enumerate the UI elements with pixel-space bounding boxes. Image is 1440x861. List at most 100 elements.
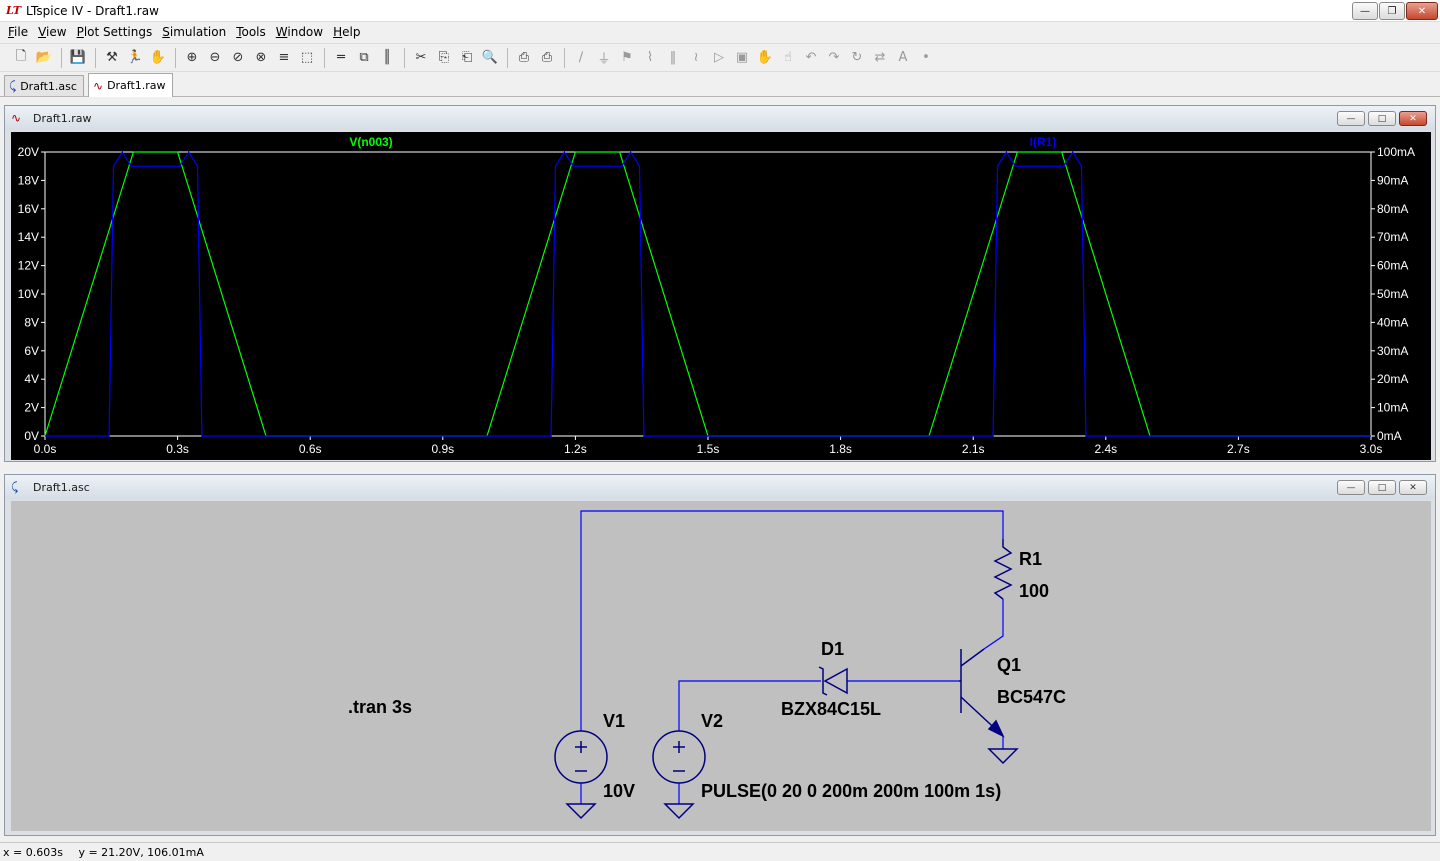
schematic-maximize-button[interactable]: □: [1368, 480, 1396, 495]
v1-ref: V1: [603, 711, 625, 731]
paste-icon[interactable]: ⎗: [456, 47, 478, 69]
plot-background: [11, 132, 1431, 460]
r1-value: 100: [1019, 581, 1049, 601]
y-right-tick-label: 90mA: [1377, 173, 1408, 187]
ground-icon: [565, 803, 597, 820]
ground-icon[interactable]: ⏚: [593, 47, 615, 69]
menu-help[interactable]: Help: [328, 25, 365, 39]
toolbar: 🗋 📂 💾 ⚒ 🏃 ✋ ⊕ ⊖ ⊘ ⊗ ≡ ⬚ ═ ⧉ ║ ✂ ⎘ ⎗ 🔍 ⎙ ⎙ ∕ ⏚ ⚑ ⌇ ‖ ≀ ▷ ▣ ✋ ☝ ↶ ↷ ↻ ⇄ A •: [0, 43, 1440, 72]
waveform-icon: ∿: [93, 78, 104, 93]
diode-icon[interactable]: ▷: [708, 47, 730, 69]
toolbar-separator: [175, 47, 176, 68]
v2-ref: V2: [701, 711, 723, 731]
menu-window[interactable]: Window: [271, 25, 328, 39]
v2-value: PULSE(0 20 0 200m 200m 100m 1s): [701, 781, 1001, 801]
y-right-tick-label: 20mA: [1377, 372, 1408, 386]
status-bar: x = 0.603s y = 21.20V, 106.01mA: [0, 842, 1440, 861]
waveform-plot[interactable]: 0.0s 0.3s 0.6s 0.9s 1.2s 1.5s 1.8s 2.1s 2.4s 2.7s…: [11, 132, 1431, 460]
y-left-tick-label: 18V: [18, 173, 39, 187]
waveform-icon: ∿: [11, 111, 22, 125]
x-tick-label: 2.1s: [962, 442, 985, 456]
print-icon[interactable]: ⎙: [536, 47, 558, 69]
zoom-back-icon[interactable]: ⬚: [296, 47, 318, 69]
undo-icon[interactable]: ↶: [800, 47, 822, 69]
cascade-icon[interactable]: ⧉: [353, 47, 375, 69]
new-schematic-icon[interactable]: 🗋: [10, 47, 32, 69]
minimize-button[interactable]: —: [1352, 2, 1378, 20]
find-icon[interactable]: 🔍: [479, 47, 501, 69]
copy-icon[interactable]: ⎘: [433, 47, 455, 69]
text-icon[interactable]: A: [892, 47, 914, 69]
menu-simulation[interactable]: Simulation: [157, 25, 231, 39]
rotate-icon[interactable]: ↻: [846, 47, 868, 69]
inductor-icon[interactable]: ≀: [685, 47, 707, 69]
schematic-canvas[interactable]: R1 100 D1 BZX84C15L Q1 BC547C V1 10V V2 …: [11, 501, 1431, 831]
component-icon[interactable]: ▣: [731, 47, 753, 69]
zoom-cancel-icon[interactable]: ⊗: [250, 47, 272, 69]
waveform-window-titlebar: ∿ Draft1.raw — □ ✕: [5, 106, 1435, 130]
d1-zener-symbol[interactable]: [818, 666, 848, 696]
redo-icon[interactable]: ↷: [823, 47, 845, 69]
tile-horizontal-icon[interactable]: ═: [330, 47, 352, 69]
title-bar: LT LTspice IV - Draft1.raw — ❐ ✕: [0, 0, 1440, 22]
ground-icon: [987, 748, 1019, 765]
schematic-close-button[interactable]: ✕: [1399, 480, 1427, 495]
cut-icon[interactable]: ✂: [410, 47, 432, 69]
menu-view[interactable]: View: [33, 25, 71, 39]
menu-file[interactable]: File: [3, 25, 33, 39]
save-icon[interactable]: 💾: [67, 47, 89, 69]
schematic-minimize-button[interactable]: —: [1337, 480, 1365, 495]
y-right-tick-label: 40mA: [1377, 315, 1408, 329]
waveform-close-button[interactable]: ✕: [1399, 111, 1427, 126]
close-button[interactable]: ✕: [1406, 2, 1438, 20]
zoom-in-icon[interactable]: ⊕: [181, 47, 203, 69]
y-left-tick-label: 0V: [24, 429, 39, 443]
mirror-icon[interactable]: ⇄: [869, 47, 891, 69]
menu-plot-settings[interactable]: Plot Settings: [72, 25, 158, 39]
spice-directive-icon[interactable]: •: [915, 47, 937, 69]
v1-value: 10V: [603, 781, 635, 801]
zoom-out-icon[interactable]: ⊖: [204, 47, 226, 69]
print-setup-icon[interactable]: ⎙: [513, 47, 535, 69]
tile-vertical-icon[interactable]: ║: [376, 47, 398, 69]
capacitor-icon[interactable]: ‖: [662, 47, 684, 69]
window-controls: — ❐ ✕: [1352, 2, 1438, 20]
trace-label-vn003[interactable]: V(n003): [349, 135, 392, 149]
q1-ref: Q1: [997, 655, 1021, 675]
menu-bar: File View Plot Settings Simulation Tools Wind…: [0, 22, 1440, 42]
x-tick-label: 1.5s: [697, 442, 720, 456]
v1-source-symbol[interactable]: [554, 730, 608, 784]
y-left-tick-label: 20V: [18, 145, 39, 159]
wire-top: [580, 510, 1004, 731]
move-icon[interactable]: ✋: [754, 47, 776, 69]
control-panel-icon[interactable]: ⚒: [101, 47, 123, 69]
resistor-icon[interactable]: ⌇: [639, 47, 661, 69]
tab-draft1-raw[interactable]: ∿ Draft1.raw: [88, 73, 173, 97]
autorange-icon[interactable]: ≡: [273, 47, 295, 69]
v2-source-symbol[interactable]: [652, 730, 706, 784]
ltspice-logo-icon: LT: [6, 4, 22, 17]
label-icon[interactable]: ⚑: [616, 47, 638, 69]
menu-tools[interactable]: Tools: [231, 25, 271, 39]
y-left-tick-label: 16V: [18, 202, 39, 216]
run-icon[interactable]: 🏃: [124, 47, 146, 69]
wire-icon[interactable]: ∕: [570, 47, 592, 69]
q1-value: BC547C: [997, 687, 1066, 707]
open-icon[interactable]: 📂: [33, 47, 55, 69]
halt-icon[interactable]: ✋: [147, 47, 169, 69]
drag-icon[interactable]: ☝: [777, 47, 799, 69]
r1-resistor-symbol[interactable]: [993, 539, 1013, 600]
trace-label-ir1[interactable]: I(R1): [1030, 135, 1057, 149]
spice-directive[interactable]: .tran 3s: [348, 697, 412, 717]
toolbar-separator: [95, 47, 96, 68]
waveform-maximize-button[interactable]: □: [1368, 111, 1396, 126]
y-left-tick-label: 2V: [24, 401, 39, 415]
waveform-minimize-button[interactable]: —: [1337, 111, 1365, 126]
tab-draft1-asc[interactable]: ⤹ Draft1.asc: [4, 75, 84, 96]
x-tick-label: 0.0s: [34, 442, 57, 456]
zoom-fit-icon[interactable]: ⊘: [227, 47, 249, 69]
wires: [580, 510, 1004, 804]
restore-button[interactable]: ❐: [1379, 2, 1405, 20]
toolbar-separator: [507, 47, 508, 68]
ground-icon: [663, 803, 695, 820]
